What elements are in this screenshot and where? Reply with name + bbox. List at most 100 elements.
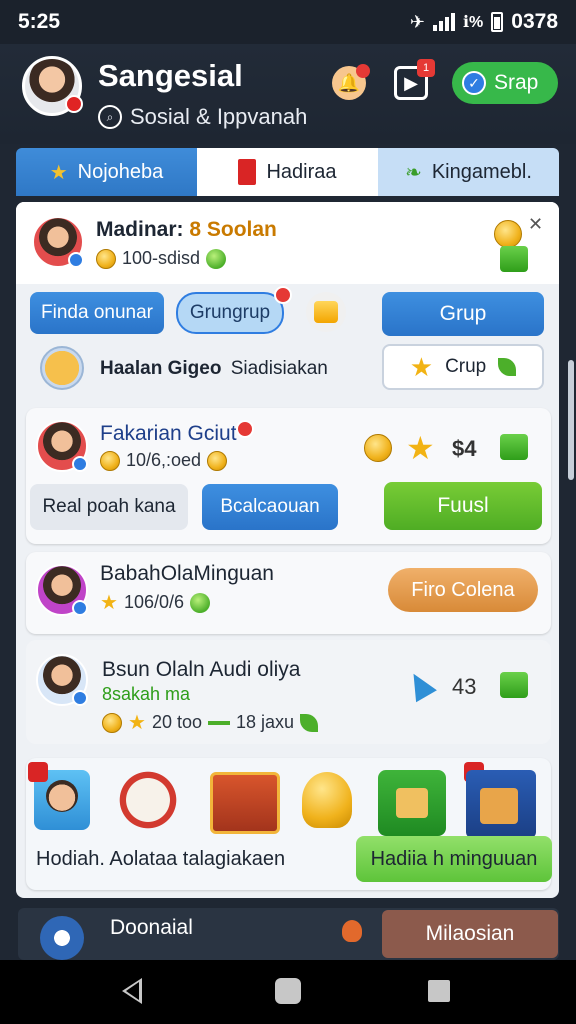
tab-hadiraa[interactable]: Hadiraa [197,148,378,196]
verified-icon [72,690,88,706]
arrow-icon [403,667,437,703]
rewards-card: Hodiah. Aolataa talagiakaen Hadiia h min… [26,758,552,890]
blue-gift-reward-icon[interactable] [466,770,536,838]
user-card[interactable]: Bsun Olaln Audi oliya 8sakah ma ★ 20 too… [26,640,551,744]
verified-icon [68,252,84,268]
status-time: 5:25 [18,10,61,33]
user-meta-text: 20 too [151,712,202,732]
back-icon[interactable] [122,978,142,1004]
crup-button-label: Crup [445,356,487,377]
star-icon: ★ [49,161,68,184]
chip-button[interactable]: Real poah kana [30,484,188,530]
bottom-card-title: Doonaial [110,916,193,939]
notification-dot [65,95,83,113]
user-card[interactable]: BabahOlaMinguan ★ 106/0/6 Firo Colena [26,552,551,634]
user-meta: 100-sdisd [96,248,227,269]
notification-badge [236,420,254,438]
verified-icon [72,456,88,472]
featured-user-card[interactable]: Madinar: 8 Soolan 100-sdisd ✕ [16,202,559,284]
fuusl-button[interactable]: Fuusl [384,482,542,530]
row-label: Haalan Gigeo Siadisiakan [100,358,328,380]
star-icon: ★ [409,352,434,382]
crup-button[interactable]: ★ Crup [382,344,544,390]
signal-text: ℹ% [462,14,484,31]
milaosian-button[interactable]: Milaosian [382,910,558,958]
grungrup-button[interactable]: Grungrup [176,292,284,334]
star-icon: ★ [406,430,435,466]
leaf-icon [300,713,319,732]
rewards-label: Hodiah. Aolataa talagiakaen [36,848,286,870]
user-meta-text: 100-sdisd [122,248,201,268]
user-name: Bsun Olaln Audi oliya [102,658,301,681]
app-header: Sangesial ⌕ Sosial & Ippvanah 🔔 ▶ 1 ✓ Sra… [0,44,576,144]
system-nav-bar [0,960,576,1024]
header-action-label: Srap [494,71,539,94]
inbox-badge: 1 [417,59,435,77]
bottom-card[interactable]: Doonaial Milaosian [18,908,559,960]
gift-icon [500,672,528,698]
app-title: Sangesial [98,58,243,93]
avatar [32,216,84,268]
profile-avatar[interactable] [22,56,83,116]
recent-apps-icon[interactable] [428,980,450,1002]
avatar [36,420,88,472]
avatar [36,564,88,616]
tab-nojoheba[interactable]: ★ Nojoheba [16,148,197,196]
status-bar: 5:25 ✈ ℹ% 0378 [0,0,576,44]
reward-count: $4 [452,436,477,461]
tab-bar: ★ Nojoheba Hadiraa ❧ Kingamebl. [16,148,559,196]
user-meta-text: 10/6,:oed [126,450,202,470]
user-meta: ★ 20 too 18 jaxu [102,711,319,734]
inbox-icon[interactable]: ▶ 1 [394,59,435,100]
chip-button[interactable]: Bcalcaouan [202,484,338,530]
reward-count: 43 [452,674,477,699]
search-icon: ⌕ [98,105,122,129]
main-panel: Madinar: 8 Soolan 100-sdisd ✕ Finda onun… [16,202,559,898]
close-icon[interactable]: ✕ [528,214,543,235]
header-action-button[interactable]: ✓ Srap [452,62,558,104]
row-label-secondary: Siadisiakan [230,358,328,379]
app-subtitle: ⌕ Sosial & Ippvanah [98,104,307,130]
home-icon[interactable] [275,978,301,1004]
bell-badge [356,64,370,78]
reward-tag-icon [28,762,48,782]
scrollbar[interactable] [568,360,574,480]
verified-icon: ✓ [462,71,486,95]
coin-icon [96,248,116,269]
user-subname: 8sakah ma [102,684,191,704]
firo-colena-button[interactable]: Firo Colena [388,568,538,612]
tab-label: Hadiraa [266,160,337,183]
app-subtitle-text: Sosial & Ippvanah [130,104,308,129]
card-icon [238,159,257,185]
user-meta-extra: 18 jaxu [235,712,295,732]
fire-icon [342,920,362,942]
bell-reward-icon[interactable] [302,772,352,828]
leaf-icon [498,358,517,376]
emoji-face-icon [40,346,84,390]
weekly-reward-button[interactable]: Hadiia h minguuan [356,836,552,882]
leaf-icon: ❧ [405,161,422,184]
wifi-icon: ✈ [409,11,425,32]
gift-icon [500,434,528,460]
star-icon: ★ [128,711,146,734]
game-icon [40,916,84,960]
coin-icon [100,450,120,471]
coin-icon [102,712,122,733]
chest-reward-icon[interactable] [210,772,280,834]
tab-kingamebl[interactable]: ❧ Kingamebl. [378,148,559,196]
coin-icon [364,434,392,462]
user-name-prefix: Madinar: [96,218,184,241]
gift-box-reward-icon[interactable] [378,770,446,836]
user-name: BabahOlaMinguan [100,562,274,585]
bell-icon[interactable]: 🔔 [332,64,370,100]
piggy-reward-icon[interactable] [116,768,180,832]
finda-button[interactable]: Finda onunar [30,292,164,334]
tab-label: Kingamebl. [431,160,532,183]
coin-icon [207,450,228,471]
user-meta: 10/6,:oed [100,450,228,471]
gem-icon [206,248,227,269]
coin-stack-icon [494,220,522,248]
grup-button[interactable]: Grup [382,292,544,336]
user-card[interactable]: Fakarian Gciut 10/6,:oed ★ $4 Real poah … [26,408,551,544]
chest-icon[interactable] [306,292,346,332]
